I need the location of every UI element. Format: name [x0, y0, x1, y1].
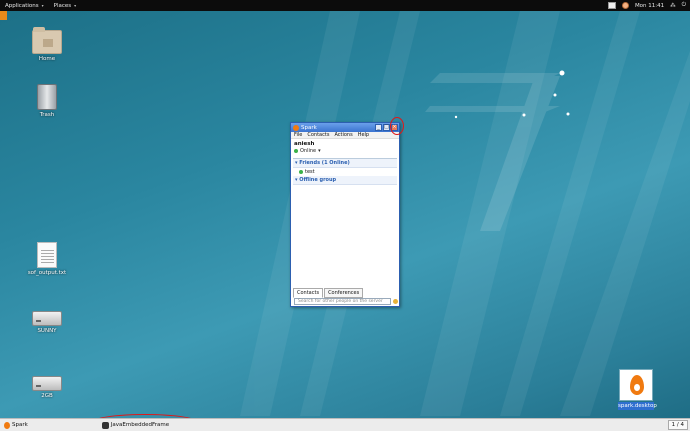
desktop-icon-2gb[interactable]: 2GB [27, 376, 67, 399]
maximize-button[interactable]: □ [383, 124, 390, 131]
group-header-friends[interactable]: ▾ Friends (1 Online) [293, 159, 397, 168]
desktop-icon-trash[interactable]: Trash [27, 84, 67, 118]
drive-icon [32, 376, 62, 391]
status-selector[interactable]: Online ▾ [294, 148, 396, 154]
power-icon[interactable]: ⏻ [682, 2, 686, 9]
desktop-icon-home[interactable]: Home [27, 27, 67, 62]
search-icon[interactable] [393, 299, 398, 304]
user-panel: aniesh Online ▾ [291, 139, 399, 156]
taskbar-item-spark[interactable]: Spark [0, 420, 32, 431]
java-app-icon [101, 421, 109, 429]
chevron-down-icon: ▾ [74, 3, 77, 8]
spark-window[interactable]: Spark _ □ × File Contacts Actions Help a… [290, 122, 400, 307]
menu-help[interactable]: Help [358, 132, 369, 138]
text-file-icon [37, 242, 57, 268]
network-icon[interactable]: ⁂ [670, 3, 676, 9]
taskbar: Spark JavaEmbeddedFrame 1 / 4 [0, 418, 690, 431]
chevron-down-icon: ▾ [295, 160, 298, 166]
chevron-down-icon: ▾ [41, 3, 44, 8]
workspace-pager[interactable]: 1 / 4 [667, 420, 688, 430]
spark-logo-icon [4, 421, 10, 429]
online-status-icon [294, 149, 298, 153]
spark-app-icon[interactable] [0, 11, 7, 20]
username: aniesh [294, 141, 315, 147]
places-menu[interactable]: Places ▾ [49, 3, 82, 9]
user-avatar-icon[interactable] [621, 2, 629, 9]
menu-file[interactable]: File [294, 132, 302, 138]
spark-logo-icon [619, 369, 653, 401]
clock[interactable]: Mon 11:41 [635, 3, 664, 9]
keyboard-indicator-icon[interactable] [607, 2, 616, 9]
minimize-button[interactable]: _ [375, 124, 382, 131]
chevron-down-icon: ▾ [295, 177, 298, 183]
drive-icon [32, 311, 62, 326]
desktop-icon-spark-desktop[interactable]: spark.desktop [618, 369, 657, 410]
spark-logo-icon [293, 124, 299, 131]
contact-list: ▾ Friends (1 Online) test ▾ Offline grou… [293, 158, 397, 283]
annotation-circle-close [390, 117, 404, 135]
online-status-icon [299, 170, 303, 174]
search-input[interactable]: Search for other people on the server [294, 298, 391, 305]
taskbar-item-java-embedded-frame[interactable]: JavaEmbeddedFrame [98, 420, 173, 431]
menu-contacts[interactable]: Contacts [307, 132, 329, 138]
tab-conferences[interactable]: Conferences [324, 288, 364, 298]
chevron-down-icon: ▾ [318, 148, 321, 154]
trash-icon [37, 84, 57, 110]
menu-actions[interactable]: Actions [334, 132, 352, 138]
home-folder-icon [32, 27, 62, 54]
applications-menu[interactable]: Applications ▾ [0, 3, 49, 9]
tab-contacts[interactable]: Contacts [293, 288, 324, 298]
top-panel: Applications ▾ Places ▾ Mon 11:41 ⁂ ⏻ [0, 0, 690, 11]
group-header-offline[interactable]: ▾ Offline group [293, 176, 397, 185]
list-item[interactable]: test [293, 168, 397, 176]
desktop-icon-sof-output[interactable]: sof_output.txt [27, 242, 67, 276]
desktop-icon-sunny[interactable]: SUNNY [27, 311, 67, 334]
menu-bar: File Contacts Actions Help [291, 132, 399, 139]
